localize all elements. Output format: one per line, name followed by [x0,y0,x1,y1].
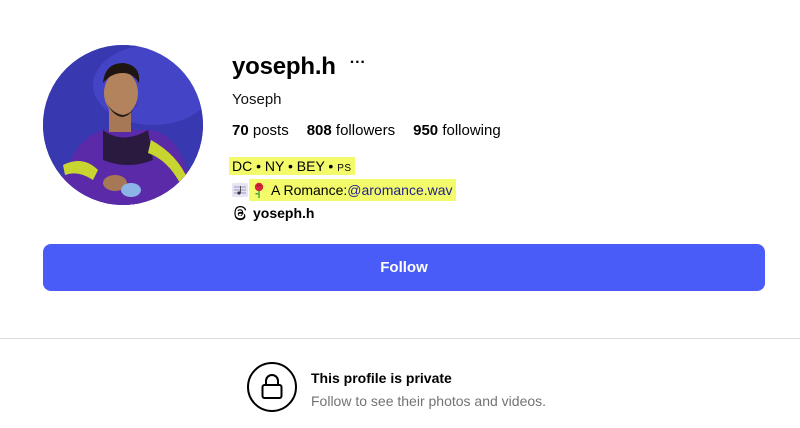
posts-count: 70 [232,122,249,139]
bio-romance-text: A Romance: [271,182,348,198]
bio-locations: DC • NY • BEY • [232,158,338,174]
username: yoseph.h [232,53,336,80]
following-stat[interactable]: 950 following [413,122,501,139]
private-subtitle: Follow to see their photos and videos. [311,393,547,409]
bio-line-2: A Romance: @aromance.wav [232,179,772,201]
following-label: following [442,122,501,139]
full-name: Yoseph [232,91,282,108]
threads-icon [234,206,247,221]
follow-button[interactable]: Follow [43,244,765,291]
username-row: yoseph.h ··· [232,52,772,82]
bio-highlight-2: A Romance: @aromance.wav [249,179,456,201]
followers-stat[interactable]: 808 followers [307,122,395,139]
followers-count: 808 [306,122,332,139]
posts-label: posts [252,122,289,139]
bio-link[interactable]: @aromance.wav [347,180,452,200]
lock-icon [247,362,297,412]
private-text: This profile is private Follow to see th… [311,370,546,409]
avatar[interactable] [43,45,203,205]
following-count: 950 [413,122,439,139]
profile-page: yoseph.h ··· Yoseph 70 posts 808 followe… [0,0,800,428]
more-horizontal-icon[interactable]: ··· [350,55,366,71]
bio-ps: PS [337,163,352,174]
followers-label: followers [335,122,396,139]
profile-info: yoseph.h ··· Yoseph 70 posts 808 followe… [229,52,772,221]
rose-emoji [254,182,264,198]
private-notice: This profile is private Follow to see th… [247,362,546,412]
bio-line-1: DC • NY • BEY • PS [229,156,772,179]
bio-highlight-1: DC • NY • BEY • PS [229,157,355,175]
profile-stats: 70 posts 808 followers 950 following [232,122,772,139]
private-title: This profile is private [311,370,452,386]
musical-score-emoji [232,183,248,197]
posts-stat: 70 posts [232,122,289,139]
bio: DC • NY • BEY • PS A Romance: @aromance.… [229,156,772,201]
divider [0,338,800,339]
threads-handle: yoseph.h [253,205,315,221]
threads-link[interactable]: yoseph.h [232,205,772,221]
